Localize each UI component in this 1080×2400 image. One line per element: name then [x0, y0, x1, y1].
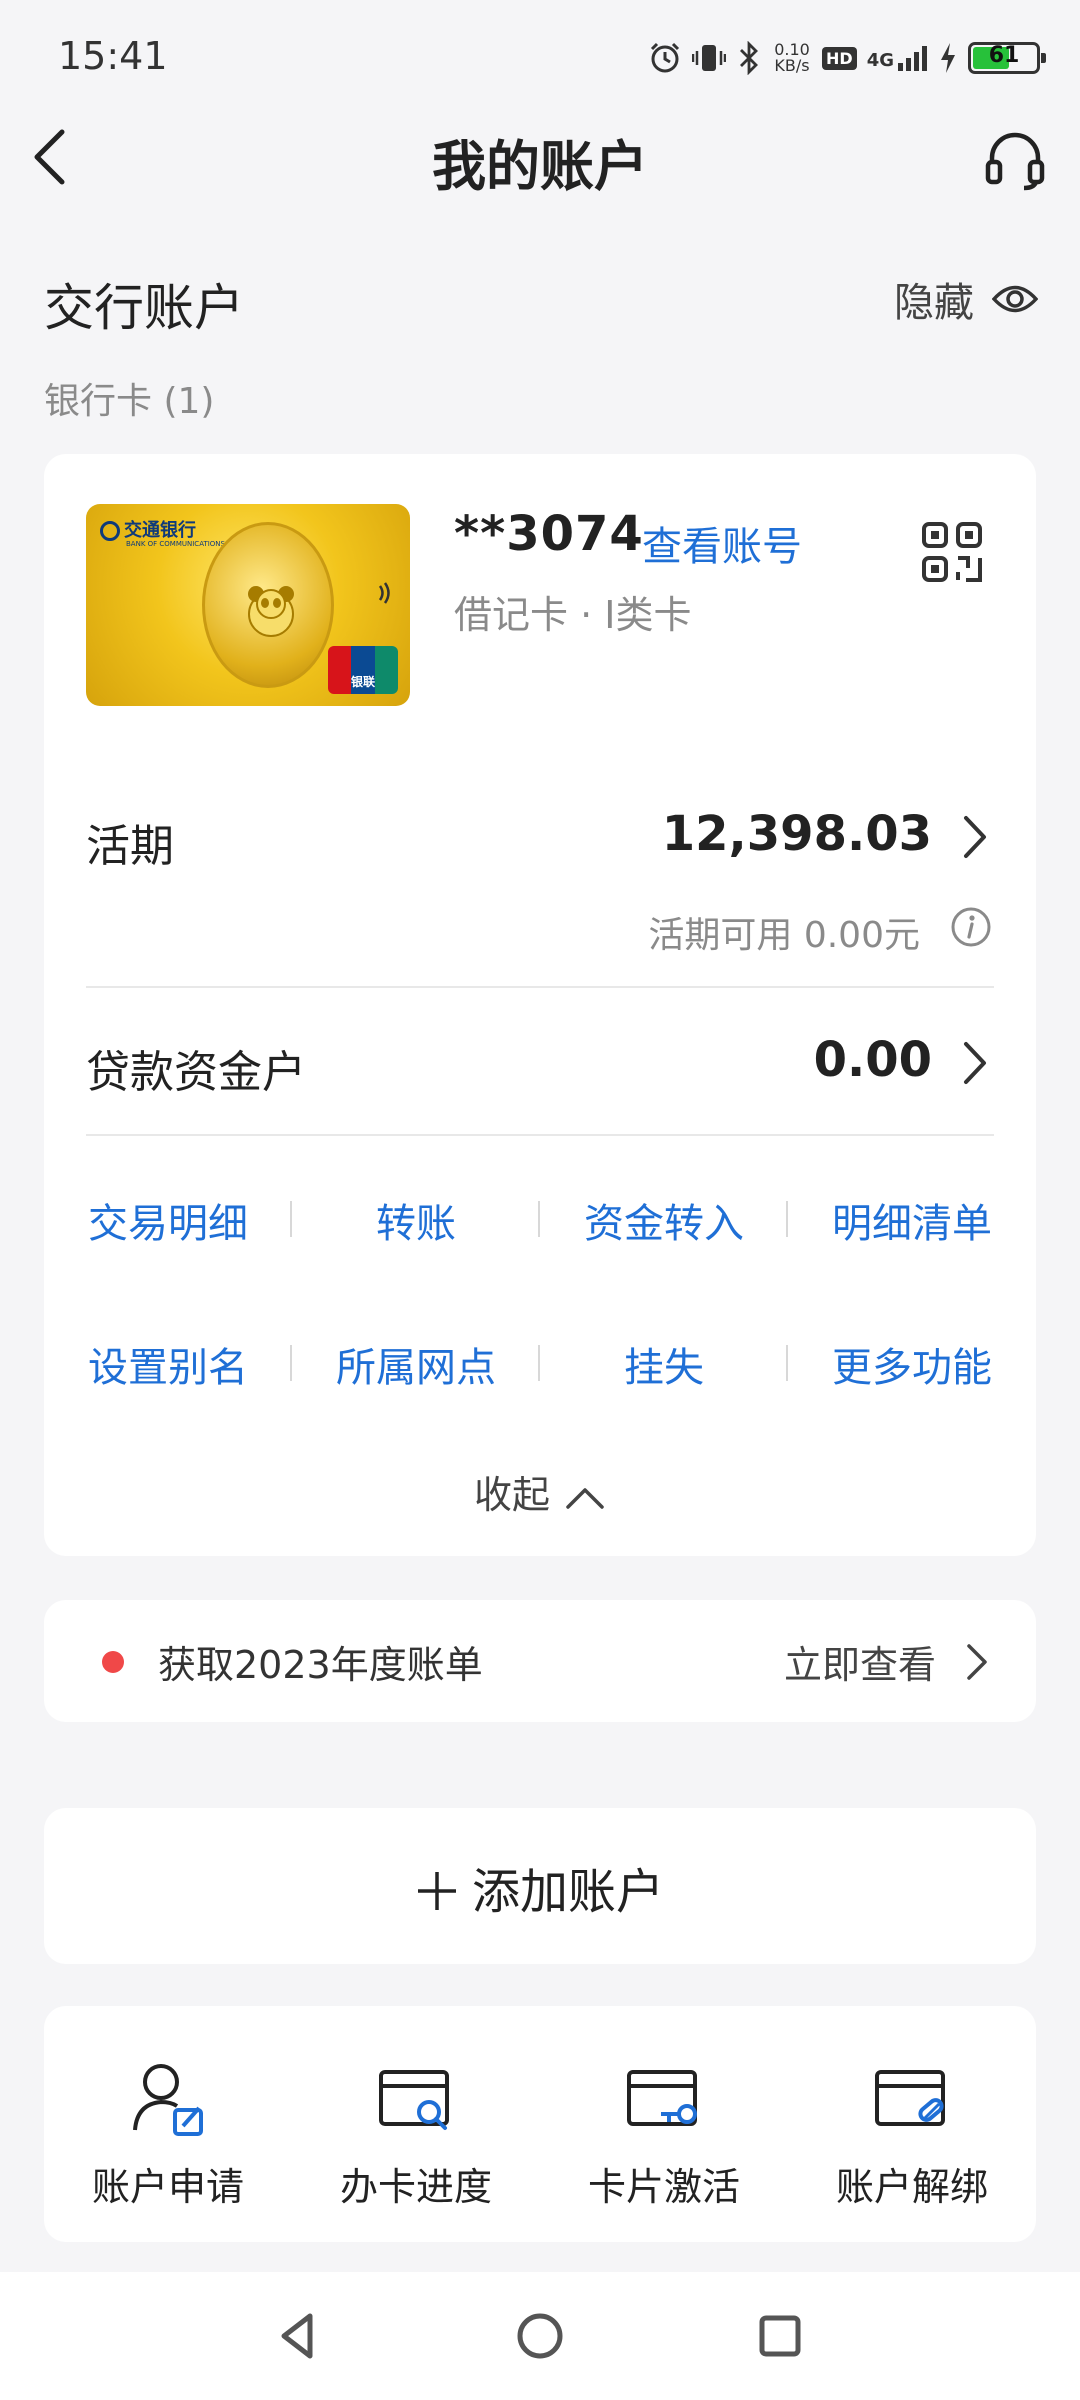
branch-link[interactable]: 所属网点 — [292, 1335, 540, 1393]
view-now-link[interactable]: 立即查看 — [784, 1634, 936, 1689]
account-unbind-icon — [875, 2070, 945, 2126]
eye-icon — [992, 285, 1038, 313]
chevron-right-icon — [964, 1042, 986, 1084]
card-count-label: 银行卡 (1) — [44, 381, 215, 422]
status-bar: 15:41 0.10 KB/s HD 4G 61 — [0, 0, 1080, 120]
home-circle-icon[interactable] — [510, 2306, 570, 2366]
hide-label: 隐藏 — [894, 280, 974, 326]
quick-label: 办卡进度 — [339, 2165, 492, 2209]
section-title: 交行账户 — [44, 279, 244, 337]
add-account-button[interactable]: 添加账户 — [44, 1808, 1036, 1964]
vibrate-icon — [692, 45, 727, 71]
battery-level: 61 — [988, 43, 1020, 68]
info-icon[interactable] — [950, 906, 992, 948]
card-activate-button[interactable]: 卡片激活 — [540, 2056, 788, 2211]
quick-services-panel: 账户申请 办卡进度 卡片激活 账户解绑 — [44, 2006, 1036, 2242]
bluetooth-icon — [740, 41, 758, 75]
hd-badge: HD — [822, 46, 857, 70]
collapse-button[interactable]: 收起 — [44, 1464, 1036, 1519]
available-balance: 活期可用 0.00元 — [648, 915, 920, 956]
action-label: 明细清单 — [832, 1201, 992, 1247]
action-label: 所属网点 — [336, 1345, 496, 1391]
fund-transfer-in-link[interactable]: 资金转入 — [540, 1191, 788, 1249]
system-navigation-bar — [0, 2272, 1080, 2400]
action-row-2: 设置别名 所属网点 挂失 更多功能 — [44, 1324, 1036, 1404]
contactless-icon — [378, 582, 390, 604]
signal-indicator: 4G — [867, 45, 928, 71]
plus-icon — [417, 1872, 456, 1910]
loan-amount: 0.00 — [813, 1032, 932, 1088]
account-card-panel: 交通银行 BANK OF COMMUNICATIONS 银联 **3074 查看… — [44, 454, 1036, 1556]
hide-balance-toggle[interactable]: 隐藏 — [894, 270, 1038, 328]
chevron-up-icon — [566, 1487, 604, 1509]
bank-card-image[interactable]: 交通银行 BANK OF COMMUNICATIONS 银联 — [86, 504, 410, 706]
action-label: 转账 — [376, 1201, 456, 1247]
set-alias-link[interactable]: 设置别名 — [44, 1335, 292, 1393]
network-speed-unit: KB/s — [774, 56, 810, 75]
charging-icon — [941, 43, 955, 73]
add-account: 添加账户 — [44, 1852, 1036, 1922]
divider — [86, 986, 994, 988]
bank-name: 交通银行 — [124, 520, 196, 541]
account-apply-icon — [133, 2064, 203, 2136]
loan-label: 贷款资金户 — [86, 1047, 306, 1098]
network-speed: 0.10 KB/s — [772, 42, 812, 74]
bank-sub: BANK OF COMMUNICATIONS — [126, 540, 225, 548]
alarm-icon — [650, 42, 680, 73]
card-progress-button[interactable]: 办卡进度 — [292, 2056, 540, 2211]
card-activate-icon — [627, 2070, 697, 2126]
qr-code-icon[interactable] — [920, 520, 984, 584]
action-label: 交易明细 — [88, 1201, 248, 1247]
action-label: 资金转入 — [584, 1201, 744, 1247]
add-account-label: 添加账户 — [471, 1864, 664, 1920]
more-functions-link[interactable]: 更多功能 — [788, 1335, 1036, 1393]
headset-icon — [985, 132, 1045, 191]
status-icons: 0.10 KB/s HD 4G 61 — [648, 36, 1046, 80]
recents-square-icon[interactable] — [750, 2306, 810, 2366]
panda-icon — [248, 586, 294, 637]
action-label: 设置别名 — [88, 1345, 248, 1391]
quick-label: 账户申请 — [91, 2165, 244, 2209]
account-apply-button[interactable]: 账户申请 — [44, 2056, 292, 2211]
alert-dot — [102, 1651, 124, 1673]
account-unbind-button[interactable]: 账户解绑 — [788, 2056, 1036, 2211]
action-label: 挂失 — [624, 1345, 704, 1391]
statement-list-link[interactable]: 明细清单 — [788, 1191, 1036, 1249]
demand-label: 活期 — [86, 821, 174, 872]
report-loss-link[interactable]: 挂失 — [540, 1335, 788, 1393]
annual-bill-banner[interactable]: 获取2023年度账单 立即查看 — [44, 1600, 1036, 1722]
divider — [86, 1134, 994, 1136]
signal-icon — [898, 46, 927, 71]
back-triangle-icon[interactable] — [270, 2306, 330, 2366]
status-time: 15:41 — [58, 34, 168, 78]
chevron-right-icon — [964, 816, 986, 858]
network-type: 4G — [866, 50, 894, 71]
page-title: 我的账户 — [432, 135, 648, 198]
action-row-1: 交易明细 转账 资金转入 明细清单 — [44, 1180, 1036, 1260]
battery-cap — [1041, 53, 1046, 63]
bank-logo: 交通银行 — [100, 516, 196, 542]
transfer-link[interactable]: 转账 — [292, 1191, 540, 1249]
card-type: 借记卡 · I类卡 — [454, 593, 692, 637]
customer-service-button[interactable] — [980, 126, 1050, 196]
action-label: 更多功能 — [832, 1345, 992, 1391]
unionpay-label: 银联 — [350, 675, 375, 689]
demand-amount: 12,398.03 — [661, 806, 932, 862]
annual-bill-text: 获取2023年度账单 — [158, 1643, 483, 1687]
battery-indicator: 61 — [968, 42, 1046, 74]
collapse-label: 收起 — [473, 1473, 550, 1517]
quick-label: 账户解绑 — [835, 2165, 988, 2209]
transaction-details-link[interactable]: 交易明细 — [44, 1191, 292, 1249]
quick-label: 卡片激活 — [587, 2165, 740, 2209]
chevron-right-icon — [967, 1644, 987, 1680]
view-account-number-link[interactable]: 查看账号 — [642, 514, 802, 572]
card-number: **3074 — [454, 506, 644, 562]
card-progress-icon — [379, 2070, 449, 2130]
